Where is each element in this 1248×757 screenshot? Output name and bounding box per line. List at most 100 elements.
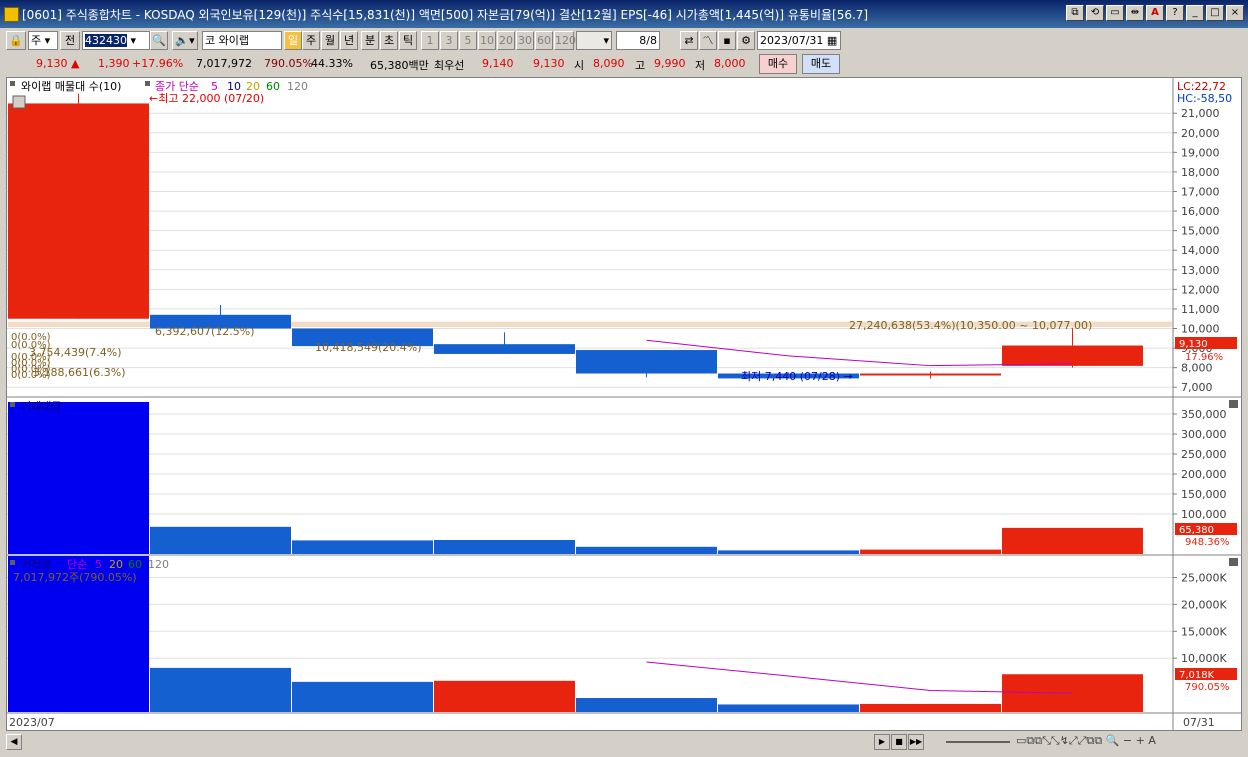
period-month[interactable]: 월 <box>321 31 339 50</box>
price-axis-label: 8,000 <box>1181 362 1213 375</box>
amount-axis-label: 100,000 <box>1181 508 1227 521</box>
x-axis-end-label: 07/31 <box>1183 716 1215 729</box>
candle-body <box>8 103 149 319</box>
split-icon[interactable]: ⇹ <box>1126 5 1144 21</box>
current-price: 9,130 <box>36 57 68 70</box>
prev-button[interactable]: 전 <box>60 31 80 50</box>
candle-body <box>434 344 575 354</box>
amount-legend[interactable]: 거래대금 <box>21 400 61 413</box>
minute-30[interactable]: 30 <box>516 31 534 50</box>
end-icon[interactable]: ▶▶ <box>908 734 924 750</box>
stock-name-field[interactable]: 코 와이랩 <box>202 31 282 50</box>
high-label: 고 <box>635 59 646 72</box>
price-change: 1,390 <box>98 57 130 70</box>
custom-period-select[interactable]: ▾ <box>576 31 612 50</box>
help-icon[interactable]: ? <box>1166 5 1184 21</box>
amount-axis-label: 250,000 <box>1181 448 1227 461</box>
bid-price: 9,140 <box>482 57 514 70</box>
display-count-input[interactable]: 8/8 <box>616 31 660 50</box>
stop-icon[interactable]: ■ <box>891 734 907 750</box>
link-window-icon[interactable]: ⧉ <box>1066 5 1084 21</box>
current-pct-tag: 17.96% <box>1185 352 1223 363</box>
candle-body <box>576 350 717 374</box>
volume-value: 7,017,972 <box>196 57 252 70</box>
annotation-high: ←최고 22,000 (07/20) <box>149 92 264 105</box>
title-bar: [0601] 주식종합차트 - KOSDAQ 외국인보유[129(천)] 주식수… <box>0 0 1248 28</box>
volume-bar <box>434 680 575 712</box>
volume-axis-label: 10,000K <box>1181 652 1227 665</box>
profile-legend[interactable]: 와이랩 매물대 수(10) <box>21 80 121 93</box>
close-button[interactable]: × <box>1226 5 1244 21</box>
chart-toolbar: 🔒 주 ▾ 전 432430 ▾ 🔍 🔈▾ 코 와이랩 일 주 월 년 분 초 … <box>0 29 1248 53</box>
stock-chart[interactable]: 21,000 20,000 19,000 18,000 17,000 16,000 15,0… <box>7 78 1241 730</box>
minute-5[interactable]: 5 <box>459 31 477 50</box>
period-minute[interactable]: 분 <box>361 31 379 50</box>
app-icon <box>4 7 19 22</box>
stock-code-input[interactable]: 432430 ▾ <box>82 31 150 50</box>
play-icon[interactable]: ▶ <box>874 734 890 750</box>
settings-gear-icon[interactable]: ⚙ <box>737 31 755 50</box>
volume-ratio: 790.05% <box>264 57 313 70</box>
scroll-left-button[interactable]: ◀ <box>6 734 22 750</box>
save-icon[interactable]: ▪ <box>718 31 736 50</box>
ma-period-60: 60 <box>266 80 280 93</box>
amount-bar <box>150 526 291 554</box>
tool-arrows-icon[interactable]: ⇄ <box>680 31 698 50</box>
price-change-pct: +17.96% <box>132 57 184 70</box>
period-day[interactable]: 일 <box>284 31 302 50</box>
panel-close-icon[interactable] <box>1229 558 1238 566</box>
high-price: 9,990 <box>654 57 686 70</box>
buy-button[interactable]: 매수 <box>759 54 797 74</box>
minute-60[interactable]: 60 <box>535 31 553 50</box>
minute-3[interactable]: 3 <box>440 31 458 50</box>
minute-120[interactable]: 120 <box>554 31 576 50</box>
font-icon[interactable]: A <box>1146 5 1164 21</box>
panel-close-icon[interactable] <box>1229 400 1238 408</box>
low-price: 8,000 <box>714 57 746 70</box>
volume-pct-tag: 790.05% <box>1185 682 1230 693</box>
y-axes: 21,000 20,000 19,000 18,000 17,000 16,000 15,0… <box>1173 107 1227 665</box>
legend-marker <box>10 402 15 407</box>
layout-icon[interactable]: ▭ <box>1106 5 1124 21</box>
amount-bar <box>434 540 575 554</box>
volume-ma-label[interactable]: 단순 <box>67 558 87 571</box>
drawing-tools[interactable]: ▭⧉⧉⤡⤡↯⤢⤢⧉⧉ 🔍 − + A <box>1016 734 1156 748</box>
open-price: 8,090 <box>593 57 625 70</box>
amount-bar <box>718 550 859 554</box>
table-icon[interactable] <box>12 95 26 109</box>
low-label: 저 <box>695 59 706 72</box>
minute-1[interactable]: 1 <box>421 31 439 50</box>
refresh-icon[interactable]: ⟲ <box>1086 5 1104 21</box>
volume-legend[interactable]: 거래량 <box>21 558 51 571</box>
lock-icon[interactable]: 🔒 <box>6 31 26 50</box>
period-year[interactable]: 년 <box>340 31 358 50</box>
playback-controls: ▶ ■ ▶▶ <box>874 734 924 750</box>
volume-axis-label: 20,000K <box>1181 598 1227 611</box>
price-axis-label: 7,000 <box>1181 381 1213 394</box>
speaker-icon[interactable]: 🔈▾ <box>172 31 198 50</box>
volume-bar <box>576 698 717 712</box>
date-input[interactable]: 2023/07/31 ▦ <box>757 31 841 50</box>
indicator-icon[interactable]: 〽 <box>699 31 717 50</box>
period-second[interactable]: 초 <box>380 31 398 50</box>
volume-bar <box>860 703 1001 712</box>
type-select[interactable]: 주 ▾ <box>28 31 58 50</box>
period-week[interactable]: 주 <box>302 31 320 50</box>
amount-pct-tag: 948.36% <box>1185 537 1230 548</box>
chart-scrollbar[interactable]: ◀ ▶ ■ ▶▶ ▭⧉⧉⤡⤡↯⤢⤢⧉⧉ 🔍 − + A <box>6 733 1242 751</box>
maximize-button[interactable]: □ <box>1206 5 1224 21</box>
minimize-button[interactable]: _ <box>1186 5 1204 21</box>
volume-bar <box>718 704 859 712</box>
zoom-slider[interactable] <box>946 741 1010 743</box>
sell-button[interactable]: 매도 <box>802 54 840 74</box>
search-icon[interactable]: 🔍 <box>150 31 168 50</box>
period-tick[interactable]: 틱 <box>399 31 417 50</box>
price-axis-label: 16,000 <box>1181 205 1220 218</box>
chart-area[interactable]: 21,000 20,000 19,000 18,000 17,000 16,000 15,0… <box>6 77 1242 731</box>
trade-amount-bars <box>8 402 1143 554</box>
hc-value: HC:-58,50 <box>1177 92 1232 105</box>
price-axis-label: 15,000 <box>1181 225 1220 238</box>
price-axis-label: 21,000 <box>1181 107 1220 120</box>
minute-20[interactable]: 20 <box>497 31 515 50</box>
minute-10[interactable]: 10 <box>478 31 496 50</box>
